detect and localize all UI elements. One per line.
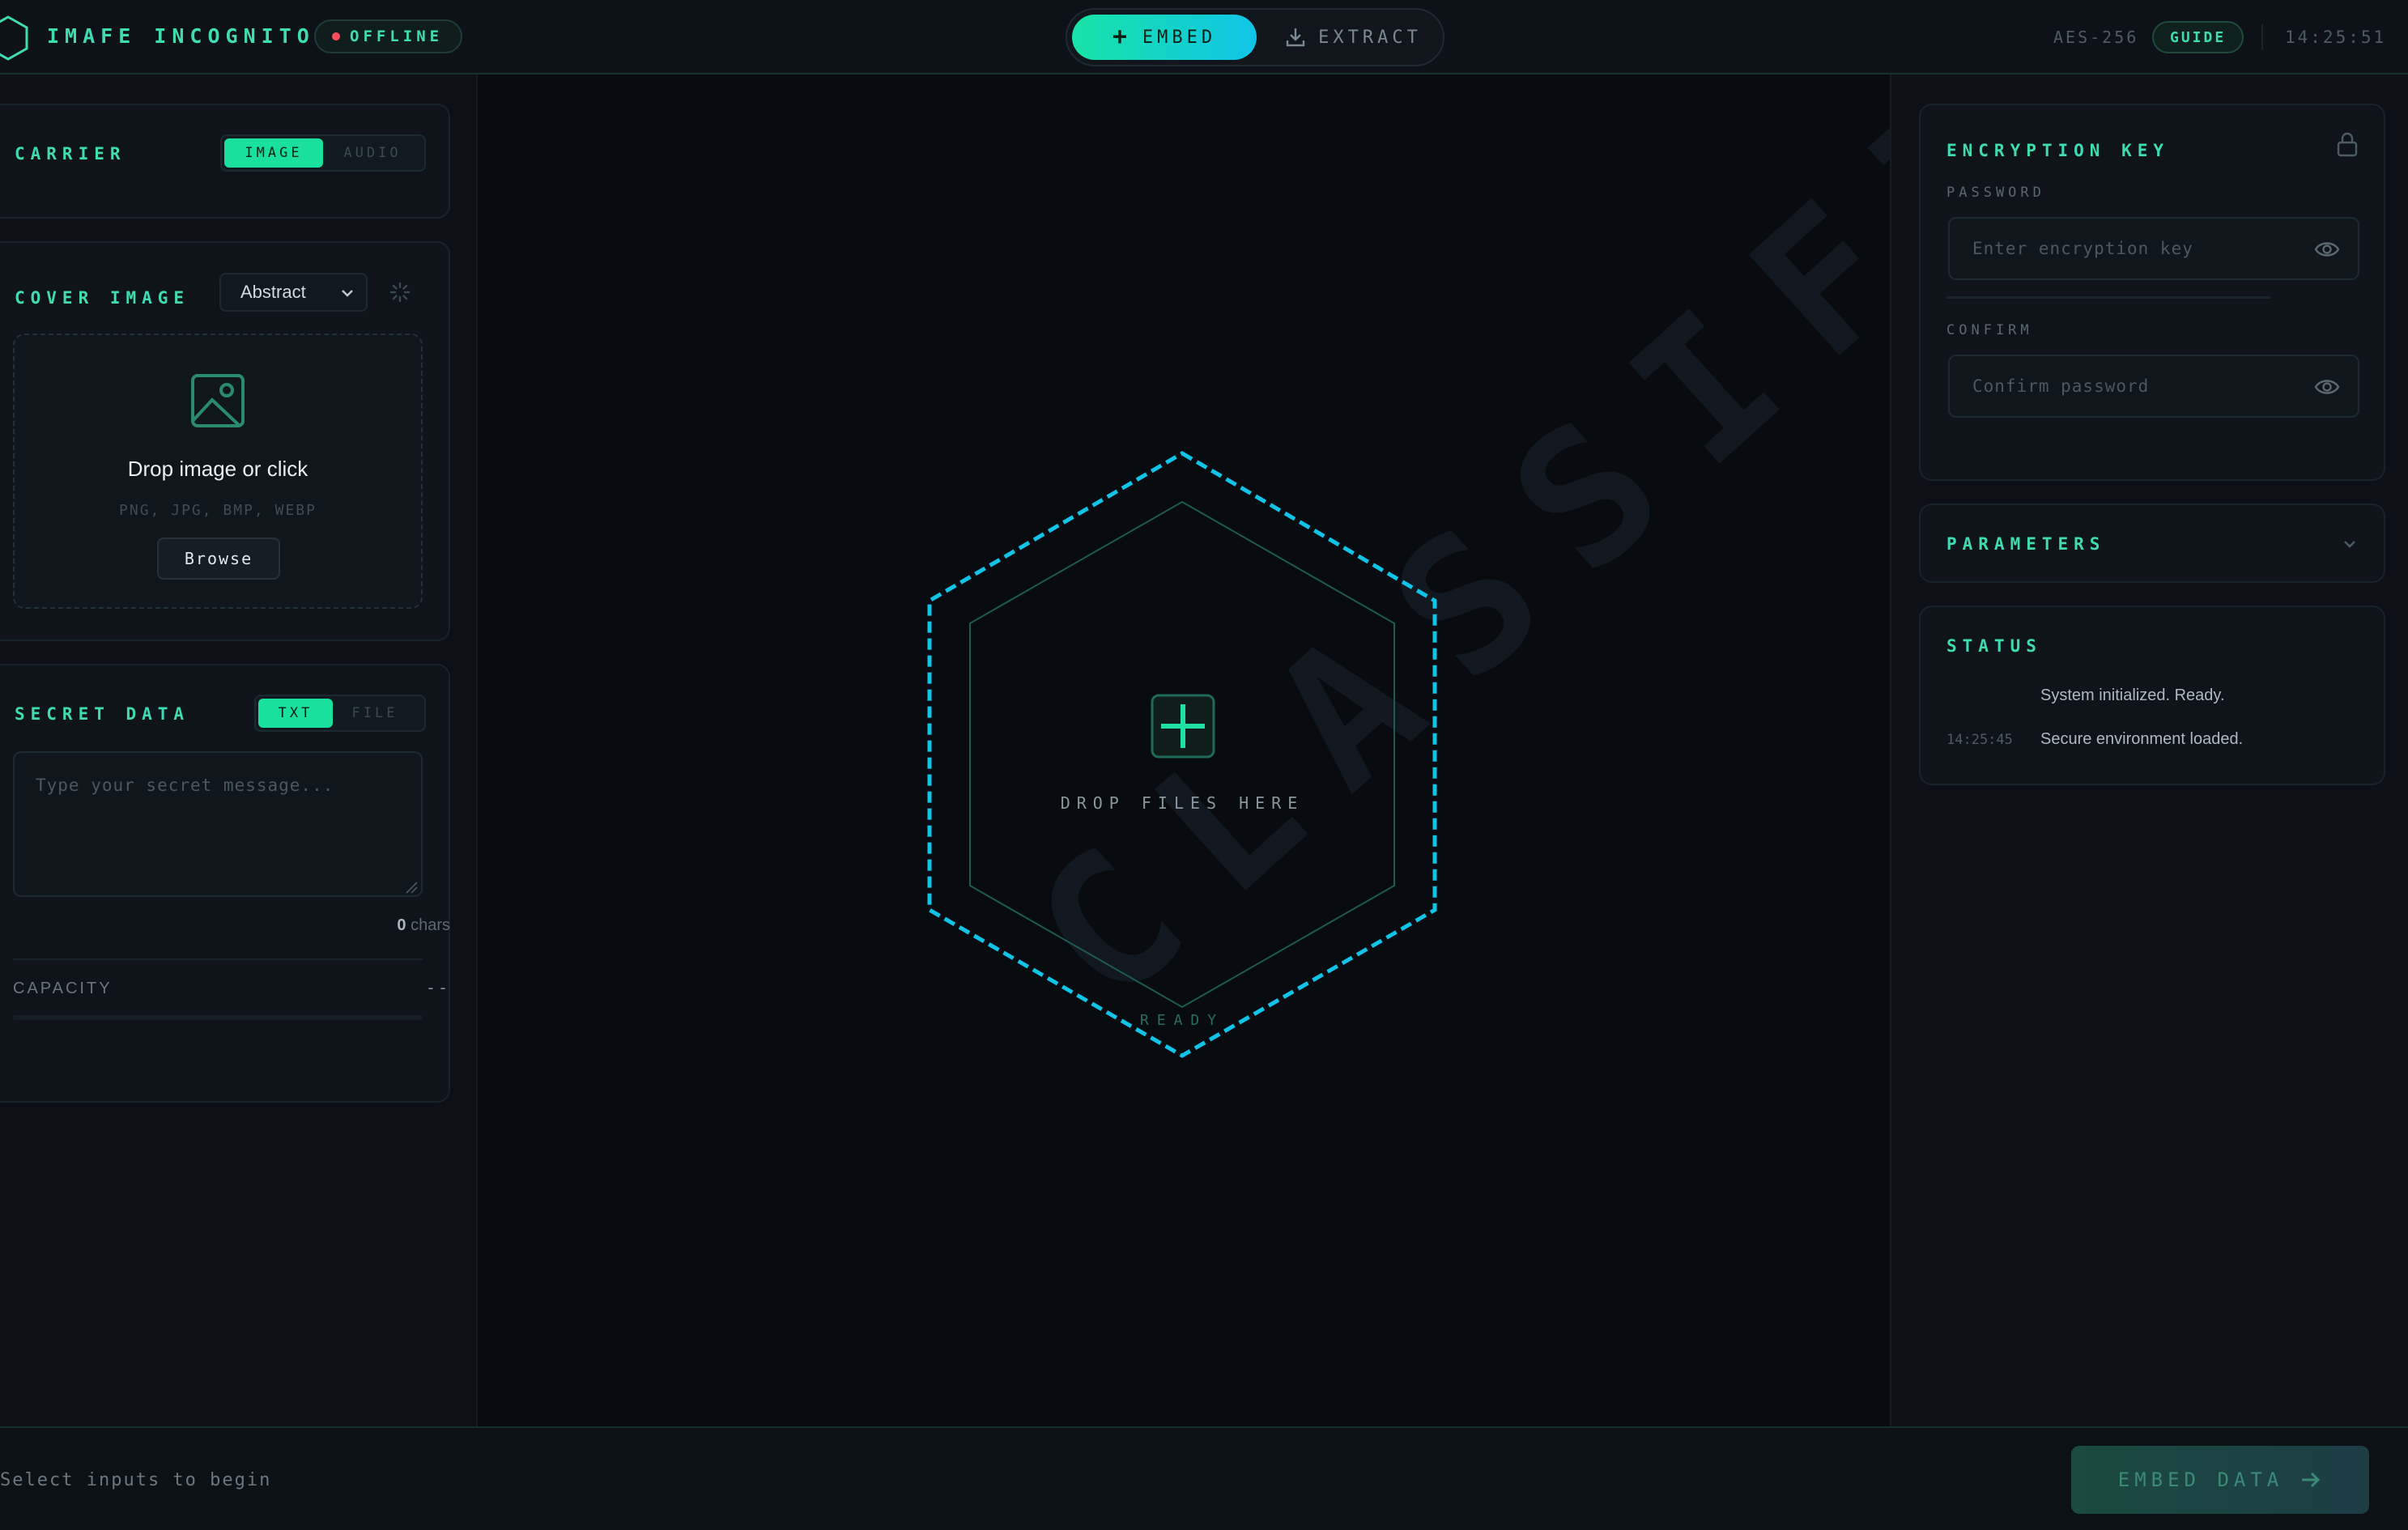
spinner-icon[interactable] [389, 281, 411, 304]
top-bar: IMAFE INCOGNITO OFFLINE + EMBED EXTRACT … [0, 0, 2408, 74]
mode-embed-label: EMBED [1142, 27, 1217, 48]
password-label: PASSWORD [1946, 185, 2045, 201]
secret-data-title: SECRET DATA [15, 704, 190, 724]
carrier-option-image[interactable]: IMAGE [224, 138, 323, 168]
encryption-key-title: ENCRYPTION KEY [1946, 141, 2170, 160]
cipher-label: AES-256 [2053, 28, 2139, 47]
char-count-value: 0 [397, 916, 406, 934]
chevron-down-icon[interactable] [2340, 534, 2359, 554]
plus-icon: + [1112, 23, 1131, 51]
image-dropzone[interactable]: Drop image or click PNG, JPG, BMP, WEBP … [13, 334, 423, 609]
ready-label: READY [1139, 1012, 1225, 1029]
app-title: IMAFE INCOGNITO [47, 24, 315, 48]
right-panel: ENCRYPTION KEY PASSWORD Enter encryption… [1890, 74, 2408, 1426]
confirm-password-input[interactable]: Confirm password [1948, 355, 2359, 418]
mode-embed-button[interactable]: + EMBED [1072, 15, 1257, 60]
offline-label: OFFLINE [350, 28, 444, 45]
lock-icon [2337, 132, 2358, 157]
parameters-title: PARAMETERS [1946, 534, 2106, 554]
confirm-label: CONFIRM [1946, 322, 2033, 338]
mode-extract-label: EXTRACT [1318, 27, 1422, 48]
capacity-label: CAPACITY [13, 980, 113, 997]
bottom-bar: Select inputs to begin EMBED DATA [0, 1426, 2408, 1530]
add-file-icon[interactable] [1150, 693, 1216, 759]
eye-icon[interactable] [2314, 376, 2340, 398]
chevron-down-icon [342, 290, 353, 297]
hexagon-logo-icon [0, 15, 28, 61]
image-icon [191, 374, 245, 427]
capacity-divider [13, 958, 423, 960]
secret-type-file[interactable]: FILE [333, 699, 417, 728]
left-panel: CARRIER IMAGE AUDIO COVER IMAGE Abstract… [0, 74, 478, 1426]
char-count-unit: chars [411, 916, 450, 934]
secret-message-input[interactable]: Type your secret message... [13, 751, 423, 897]
drop-files-label: DROP FILES HERE [1060, 793, 1304, 813]
cover-image-title: COVER IMAGE [15, 288, 190, 308]
status-card: STATUS System initialized. Ready. 14:25:… [1919, 606, 2385, 785]
clock: 14:25:51 [2285, 28, 2387, 47]
mode-switch: + EMBED EXTRACT [1066, 8, 1444, 66]
confirm-placeholder: Confirm password [1972, 376, 2150, 396]
capacity-value: -- [425, 978, 450, 997]
encryption-key-card: ENCRYPTION KEY PASSWORD Enter encryption… [1919, 104, 2385, 481]
browse-button[interactable]: Browse [157, 538, 280, 580]
download-icon [1286, 28, 1305, 47]
capacity-bar [13, 1015, 423, 1020]
dropzone-title: Drop image or click [127, 457, 308, 481]
password-placeholder: Enter encryption key [1972, 239, 2193, 258]
status-log-message: Secure environment loaded. [2040, 730, 2244, 748]
secret-type-txt[interactable]: TXT [258, 699, 333, 728]
parameters-card[interactable]: PARAMETERS [1919, 504, 2385, 583]
cover-style-select[interactable]: Abstract [219, 273, 368, 312]
dropzone-file-types: PNG, JPG, BMP, WEBP [119, 502, 317, 519]
password-strength-bar [1946, 296, 2270, 299]
secret-type-toggle: TXT FILE [254, 695, 426, 732]
guide-button[interactable]: GUIDE [2152, 21, 2244, 53]
arrow-right-icon [2302, 1472, 2321, 1488]
status-dot-icon [332, 32, 340, 40]
status-log-time: 14:25:45 [1946, 732, 2013, 748]
embed-data-button[interactable]: EMBED DATA [2071, 1446, 2369, 1514]
embed-data-label: EMBED DATA [2117, 1468, 2284, 1491]
carrier-title: CARRIER [15, 144, 126, 164]
footer-status-text: Select inputs to begin [0, 1470, 272, 1490]
carrier-card: CARRIER IMAGE AUDIO [0, 104, 450, 219]
char-counter: 0 chars [397, 916, 450, 935]
carrier-option-audio[interactable]: AUDIO [323, 138, 422, 168]
offline-status-badge: OFFLINE [314, 19, 463, 53]
password-input[interactable]: Enter encryption key [1948, 217, 2359, 280]
cover-style-value: Abstract [240, 282, 306, 302]
status-title: STATUS [1946, 636, 2042, 656]
resize-handle-icon[interactable] [405, 881, 418, 894]
mode-extract-button[interactable]: EXTRACT [1268, 15, 1438, 60]
header-divider [2261, 24, 2263, 50]
eye-icon[interactable] [2314, 238, 2340, 261]
status-log-message: System initialized. Ready. [2040, 686, 2225, 704]
carrier-toggle: IMAGE AUDIO [220, 134, 426, 172]
